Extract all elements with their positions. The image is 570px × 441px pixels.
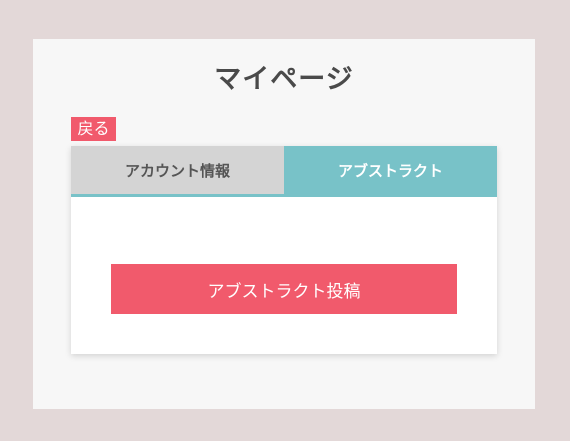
- tab-account-info[interactable]: アカウント情報: [71, 146, 284, 194]
- mypage-panel: マイページ 戻る アカウント情報 アブストラクト アブストラクト投稿: [33, 39, 535, 409]
- tab-abstract[interactable]: アブストラクト: [284, 146, 497, 194]
- post-abstract-button[interactable]: アブストラクト投稿: [111, 264, 457, 314]
- page-title: マイページ: [214, 64, 354, 95]
- tab-abstract-label: アブストラクト: [337, 161, 443, 180]
- tab-bar: アカウント情報 アブストラクト: [71, 146, 497, 197]
- tab-account-info-label: アカウント情報: [124, 161, 230, 180]
- back-button[interactable]: 戻る: [71, 117, 116, 141]
- tab-card: アカウント情報 アブストラクト アブストラクト投稿: [71, 146, 497, 354]
